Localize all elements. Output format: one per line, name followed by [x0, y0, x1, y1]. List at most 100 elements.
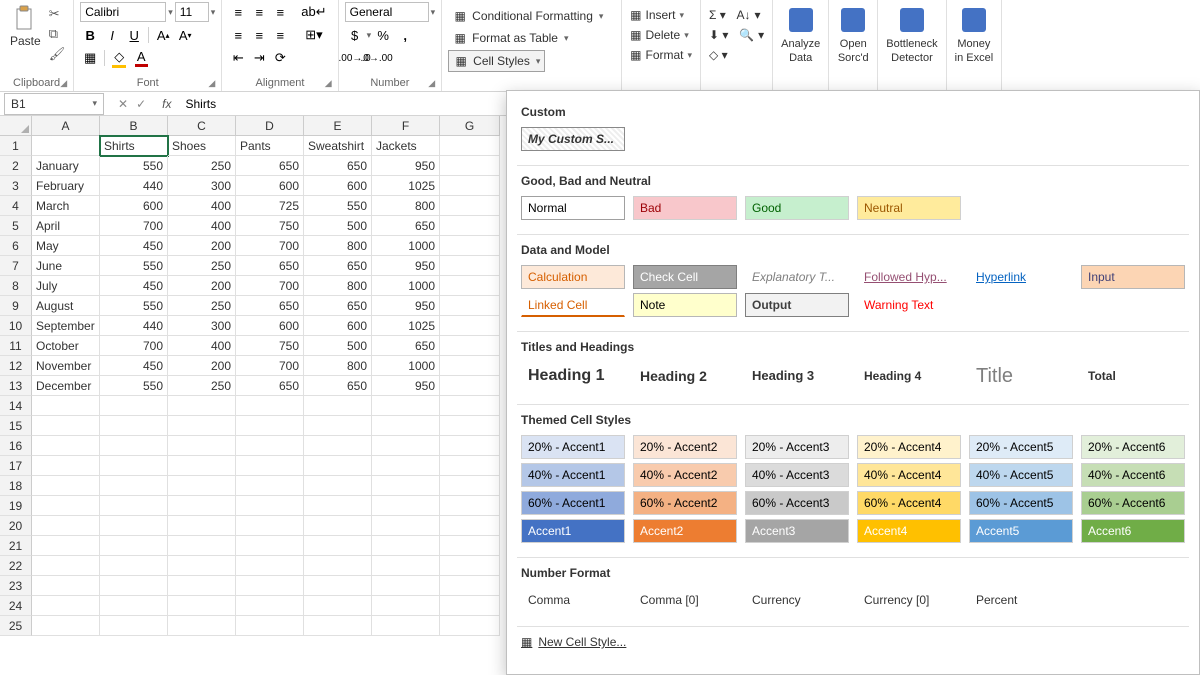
col-header[interactable]: C: [168, 116, 236, 136]
style-swatch[interactable]: Linked Cell: [521, 293, 625, 317]
cell[interactable]: 950: [372, 156, 440, 176]
cell[interactable]: [32, 456, 100, 476]
cell[interactable]: [100, 556, 168, 576]
cell[interactable]: [168, 436, 236, 456]
cell[interactable]: 1025: [372, 316, 440, 336]
format-painter-icon[interactable]: 🖌: [49, 46, 66, 62]
style-swatch[interactable]: 40% - Accent6: [1081, 463, 1185, 487]
style-swatch[interactable]: Accent1: [521, 519, 625, 543]
style-swatch[interactable]: Followed Hyp...: [857, 265, 961, 289]
cell[interactable]: [100, 576, 168, 596]
cell[interactable]: 700: [236, 356, 304, 376]
row-header[interactable]: 8: [0, 276, 32, 296]
style-swatch[interactable]: Input: [1081, 265, 1185, 289]
enter-icon[interactable]: ✓: [136, 97, 146, 111]
cell[interactable]: [304, 396, 372, 416]
cell[interactable]: [372, 496, 440, 516]
cell[interactable]: 250: [168, 296, 236, 316]
cell[interactable]: 700: [100, 336, 168, 356]
cell[interactable]: [304, 456, 372, 476]
row-header[interactable]: 1: [0, 136, 32, 156]
cell[interactable]: [304, 576, 372, 596]
cell[interactable]: Jackets: [372, 136, 440, 156]
cell[interactable]: 200: [168, 356, 236, 376]
cell[interactable]: [440, 576, 500, 596]
cell[interactable]: 600: [236, 176, 304, 196]
copy-icon[interactable]: ⧉: [49, 26, 66, 42]
style-swatch[interactable]: Explanatory T...: [745, 265, 849, 289]
font-name-input[interactable]: [80, 2, 166, 22]
cell[interactable]: Pants: [236, 136, 304, 156]
cell[interactable]: 600: [236, 316, 304, 336]
cell[interactable]: [100, 536, 168, 556]
cell[interactable]: [372, 576, 440, 596]
cell[interactable]: [100, 436, 168, 456]
row-header[interactable]: 5: [0, 216, 32, 236]
cell[interactable]: February: [32, 176, 100, 196]
cell[interactable]: [168, 456, 236, 476]
cell[interactable]: [440, 256, 500, 276]
cell[interactable]: [236, 596, 304, 616]
launcher-icon[interactable]: ◢: [325, 78, 332, 89]
font-color-button[interactable]: A: [131, 48, 151, 68]
cell[interactable]: [32, 436, 100, 456]
cell[interactable]: [372, 536, 440, 556]
launcher-icon[interactable]: ◢: [208, 78, 215, 89]
cell[interactable]: 550: [304, 196, 372, 216]
row-header[interactable]: 17: [0, 456, 32, 476]
cell[interactable]: [168, 576, 236, 596]
addin-button[interactable]: AnalyzeData: [773, 0, 829, 91]
cell[interactable]: 1000: [372, 276, 440, 296]
style-swatch[interactable]: Accent2: [633, 519, 737, 543]
cell[interactable]: [236, 536, 304, 556]
cell[interactable]: December: [32, 376, 100, 396]
row-header[interactable]: 12: [0, 356, 32, 376]
style-swatch[interactable]: Comma [0]: [633, 588, 737, 612]
cell[interactable]: 400: [168, 336, 236, 356]
style-swatch[interactable]: Accent3: [745, 519, 849, 543]
style-swatch[interactable]: Neutral: [857, 196, 961, 220]
cell[interactable]: [440, 316, 500, 336]
addin-button[interactable]: OpenSorc'd: [829, 0, 878, 91]
cell[interactable]: 250: [168, 376, 236, 396]
style-swatch[interactable]: Comma: [521, 588, 625, 612]
col-header[interactable]: A: [32, 116, 100, 136]
style-swatch[interactable]: 20% - Accent5: [969, 435, 1073, 459]
cell[interactable]: [168, 536, 236, 556]
currency-button[interactable]: $: [345, 25, 365, 45]
cell[interactable]: [440, 556, 500, 576]
indent-decrease-button[interactable]: ⇤: [228, 48, 248, 68]
grow-font-button[interactable]: A▴: [153, 25, 173, 45]
row-header[interactable]: 23: [0, 576, 32, 596]
cell[interactable]: [372, 556, 440, 576]
cell[interactable]: [372, 416, 440, 436]
launcher-icon[interactable]: ◢: [428, 78, 435, 89]
style-swatch[interactable]: 20% - Accent4: [857, 435, 961, 459]
style-swatch[interactable]: Accent5: [969, 519, 1073, 543]
merge-button[interactable]: ⊞▾: [296, 25, 331, 45]
format-button[interactable]: ▦Format ▾: [628, 46, 694, 64]
col-header[interactable]: D: [236, 116, 304, 136]
italic-button[interactable]: I: [102, 25, 122, 45]
style-swatch[interactable]: Check Cell: [633, 265, 737, 289]
bold-button[interactable]: B: [80, 25, 100, 45]
cell[interactable]: 450: [100, 356, 168, 376]
cell[interactable]: 550: [100, 376, 168, 396]
row-header[interactable]: 15: [0, 416, 32, 436]
cell[interactable]: [440, 136, 500, 156]
style-swatch[interactable]: Heading 4: [857, 362, 961, 390]
style-swatch[interactable]: 20% - Accent6: [1081, 435, 1185, 459]
addin-button[interactable]: BottleneckDetector: [878, 0, 946, 91]
style-swatch[interactable]: Title: [969, 362, 1073, 390]
cell[interactable]: [440, 536, 500, 556]
cell[interactable]: [236, 456, 304, 476]
cell[interactable]: [168, 516, 236, 536]
cell[interactable]: [32, 476, 100, 496]
cell[interactable]: [440, 476, 500, 496]
format-as-table-button[interactable]: ▦Format as Table▾: [448, 28, 572, 48]
cell[interactable]: 800: [372, 196, 440, 216]
cell[interactable]: [168, 496, 236, 516]
cell[interactable]: [304, 536, 372, 556]
cell[interactable]: 650: [304, 156, 372, 176]
cell[interactable]: 750: [236, 336, 304, 356]
